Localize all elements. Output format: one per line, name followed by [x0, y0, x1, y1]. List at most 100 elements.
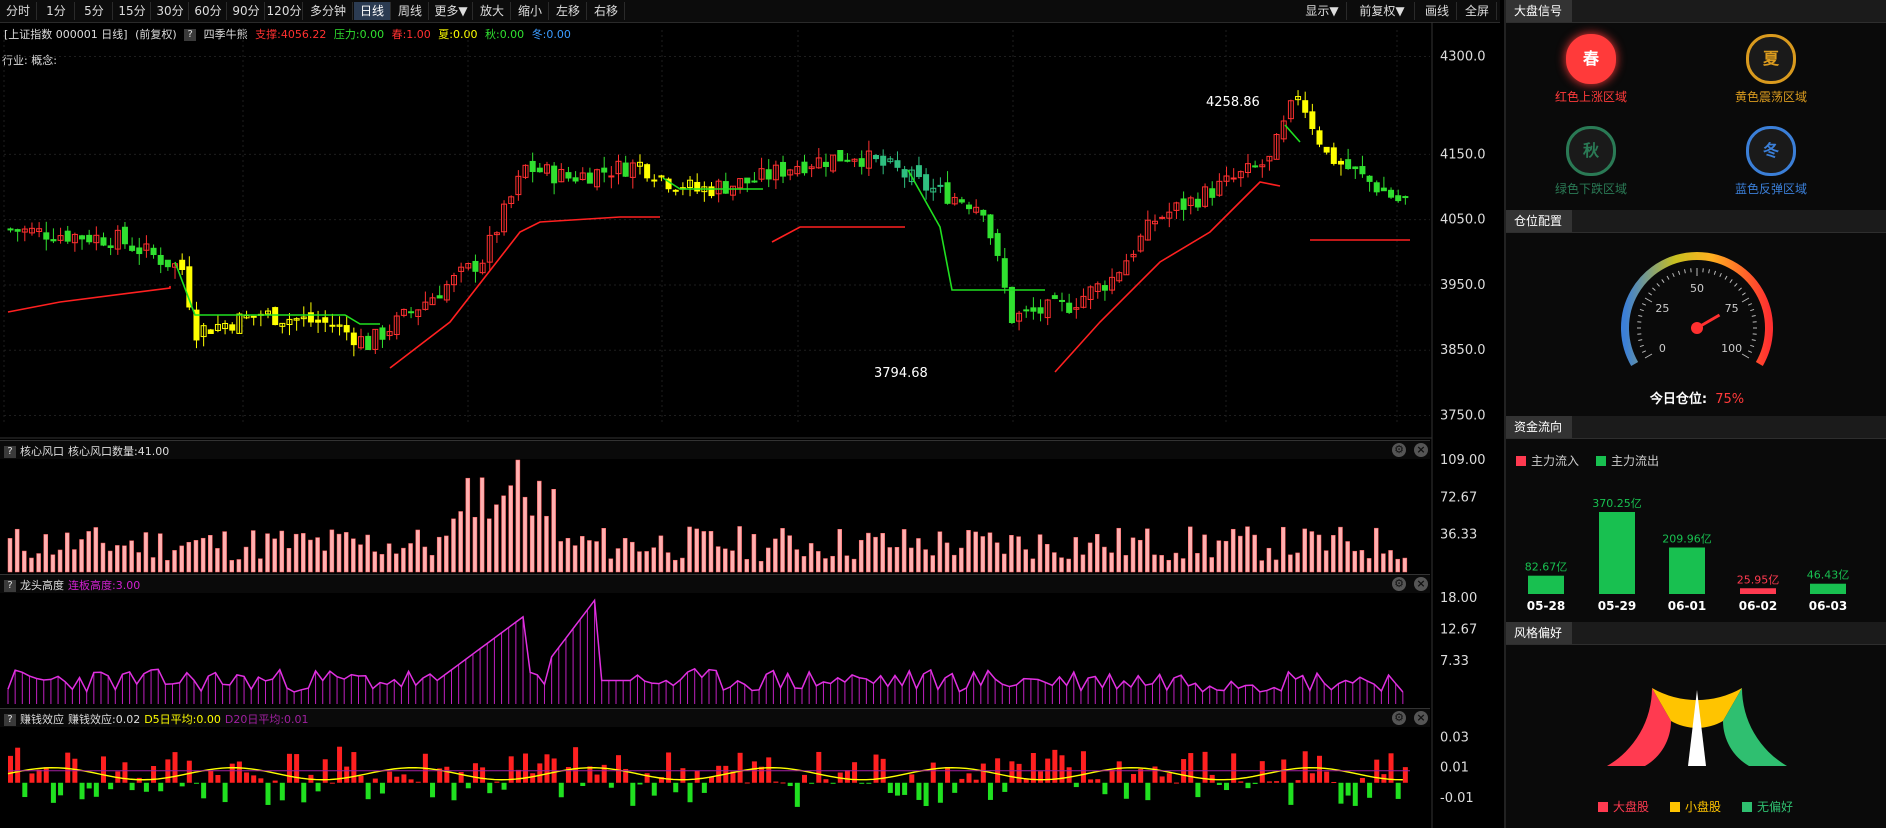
close-icon[interactable]: × — [1414, 711, 1428, 725]
candle-body — [1402, 196, 1409, 199]
gauge-tick-label: 25 — [1655, 302, 1669, 315]
candle-body — [164, 259, 171, 268]
core-bar — [1102, 546, 1107, 573]
panel-title: 核心风口 — [20, 445, 64, 458]
period-button[interactable]: 右移 — [588, 2, 625, 20]
period-button[interactable]: 分时 — [0, 2, 37, 20]
flow-bar — [1599, 512, 1635, 594]
core-bar — [1066, 558, 1071, 573]
profit-bar — [401, 774, 407, 783]
period-button[interactable]: 1分 — [38, 2, 75, 20]
help-icon[interactable]: ? — [4, 714, 16, 726]
period-button[interactable]: 日线 — [354, 2, 391, 20]
gauge-tick — [1741, 297, 1750, 303]
help-icon[interactable]: ? — [4, 580, 16, 592]
period-button[interactable]: 60分 — [190, 2, 227, 20]
core-bar — [286, 548, 292, 573]
core-bar — [787, 535, 792, 573]
core-bar — [937, 531, 943, 573]
core-bar — [358, 544, 363, 573]
core-bar — [279, 530, 285, 573]
section-header-style: 风格偏好 — [1506, 622, 1886, 645]
season-icon: 秋 — [1566, 126, 1616, 176]
profit-bar — [759, 766, 765, 783]
profit-bar — [172, 752, 178, 783]
profit-bar — [79, 782, 85, 800]
period-button[interactable]: 更多▼ — [430, 2, 473, 20]
profit-bar — [945, 766, 951, 783]
toolbar-option-button[interactable]: 画线 — [1418, 2, 1457, 20]
profit-bar — [344, 766, 350, 783]
gauge-tick — [1750, 308, 1755, 312]
core-bar — [50, 554, 56, 573]
core-bar — [894, 547, 900, 573]
core-bar — [122, 545, 127, 573]
candle-body — [601, 167, 608, 173]
gear-icon[interactable]: ⚙ — [1392, 711, 1406, 725]
profit-bar — [1252, 782, 1258, 784]
profit-bar — [630, 782, 636, 806]
profit-bar — [465, 782, 471, 789]
period-button[interactable]: 15分 — [114, 2, 151, 20]
profit-bar — [36, 769, 42, 783]
core-bar — [1052, 552, 1057, 573]
core-bar — [515, 459, 521, 573]
period-button[interactable]: 放大 — [474, 2, 511, 20]
core-bar — [272, 538, 277, 573]
candle-body — [622, 162, 629, 177]
core-bar — [951, 554, 957, 573]
core-bar — [293, 533, 299, 573]
profit-bar — [480, 767, 486, 783]
gear-icon[interactable]: ⚙ — [1392, 577, 1406, 591]
profit-bar — [1009, 761, 1015, 783]
series-label: 核心风口数量:41.00 — [68, 445, 170, 458]
profit-bar — [651, 782, 657, 796]
core-bar — [43, 534, 49, 573]
core-bar — [501, 495, 506, 573]
season-signal: 秋绿色下跌区域 — [1516, 126, 1666, 197]
close-icon[interactable]: × — [1414, 443, 1428, 457]
core-bar — [794, 549, 800, 573]
panel-header-core: ? 核心风口 核心风口数量:41.00 ⚙ × — [0, 440, 1430, 459]
period-button[interactable]: 缩小 — [512, 2, 549, 20]
toolbar-option-button[interactable]: 前复权▼ — [1350, 2, 1415, 20]
candle-body — [322, 317, 329, 323]
profit-bar — [987, 782, 993, 800]
period-button[interactable]: 90分 — [228, 2, 265, 20]
d5-label: D5日平均:0.00 — [144, 713, 221, 726]
core-bar — [529, 515, 535, 573]
toolbar-option-button[interactable]: 显示▼ — [1298, 2, 1347, 20]
profit-bar — [751, 761, 757, 783]
period-button[interactable]: 120分 — [266, 2, 303, 20]
profit-bar — [337, 746, 343, 783]
core-bar — [14, 528, 20, 573]
candle-body — [1101, 285, 1108, 291]
core-bar — [723, 548, 728, 573]
core-bar — [737, 526, 742, 573]
profit-bar — [108, 782, 114, 790]
toolbar-option-button[interactable]: 全屏 — [1458, 2, 1497, 20]
core-bar — [408, 543, 413, 573]
close-icon[interactable]: × — [1414, 577, 1428, 591]
core-bar — [100, 542, 106, 573]
profit-bar — [823, 779, 829, 783]
gear-icon[interactable]: ⚙ — [1392, 443, 1406, 457]
help-icon[interactable]: ? — [4, 446, 16, 458]
profit-bar — [294, 754, 300, 783]
season-icon: 夏 — [1746, 34, 1796, 84]
core-bar — [1137, 539, 1143, 573]
core-bar — [1195, 553, 1200, 573]
candle-body — [529, 160, 536, 172]
profit-bar — [1123, 782, 1129, 799]
right-panel: 大盘信号 春红色上涨区域夏黄色震荡区域秋绿色下跌区域冬蓝色反弹区域 仓位配置 0… — [1504, 0, 1886, 828]
low-annotation: 3794.68 — [874, 366, 928, 381]
candle-body — [1030, 307, 1037, 312]
profit-bar — [379, 782, 385, 794]
candle-body — [1345, 159, 1352, 170]
period-button[interactable]: 左移 — [550, 2, 587, 20]
period-button[interactable]: 5分 — [76, 2, 113, 20]
profit-bar — [644, 773, 650, 783]
period-button[interactable]: 周线 — [392, 2, 429, 20]
period-button[interactable]: 30分 — [152, 2, 189, 20]
period-button[interactable]: 多分钟 — [304, 2, 353, 20]
